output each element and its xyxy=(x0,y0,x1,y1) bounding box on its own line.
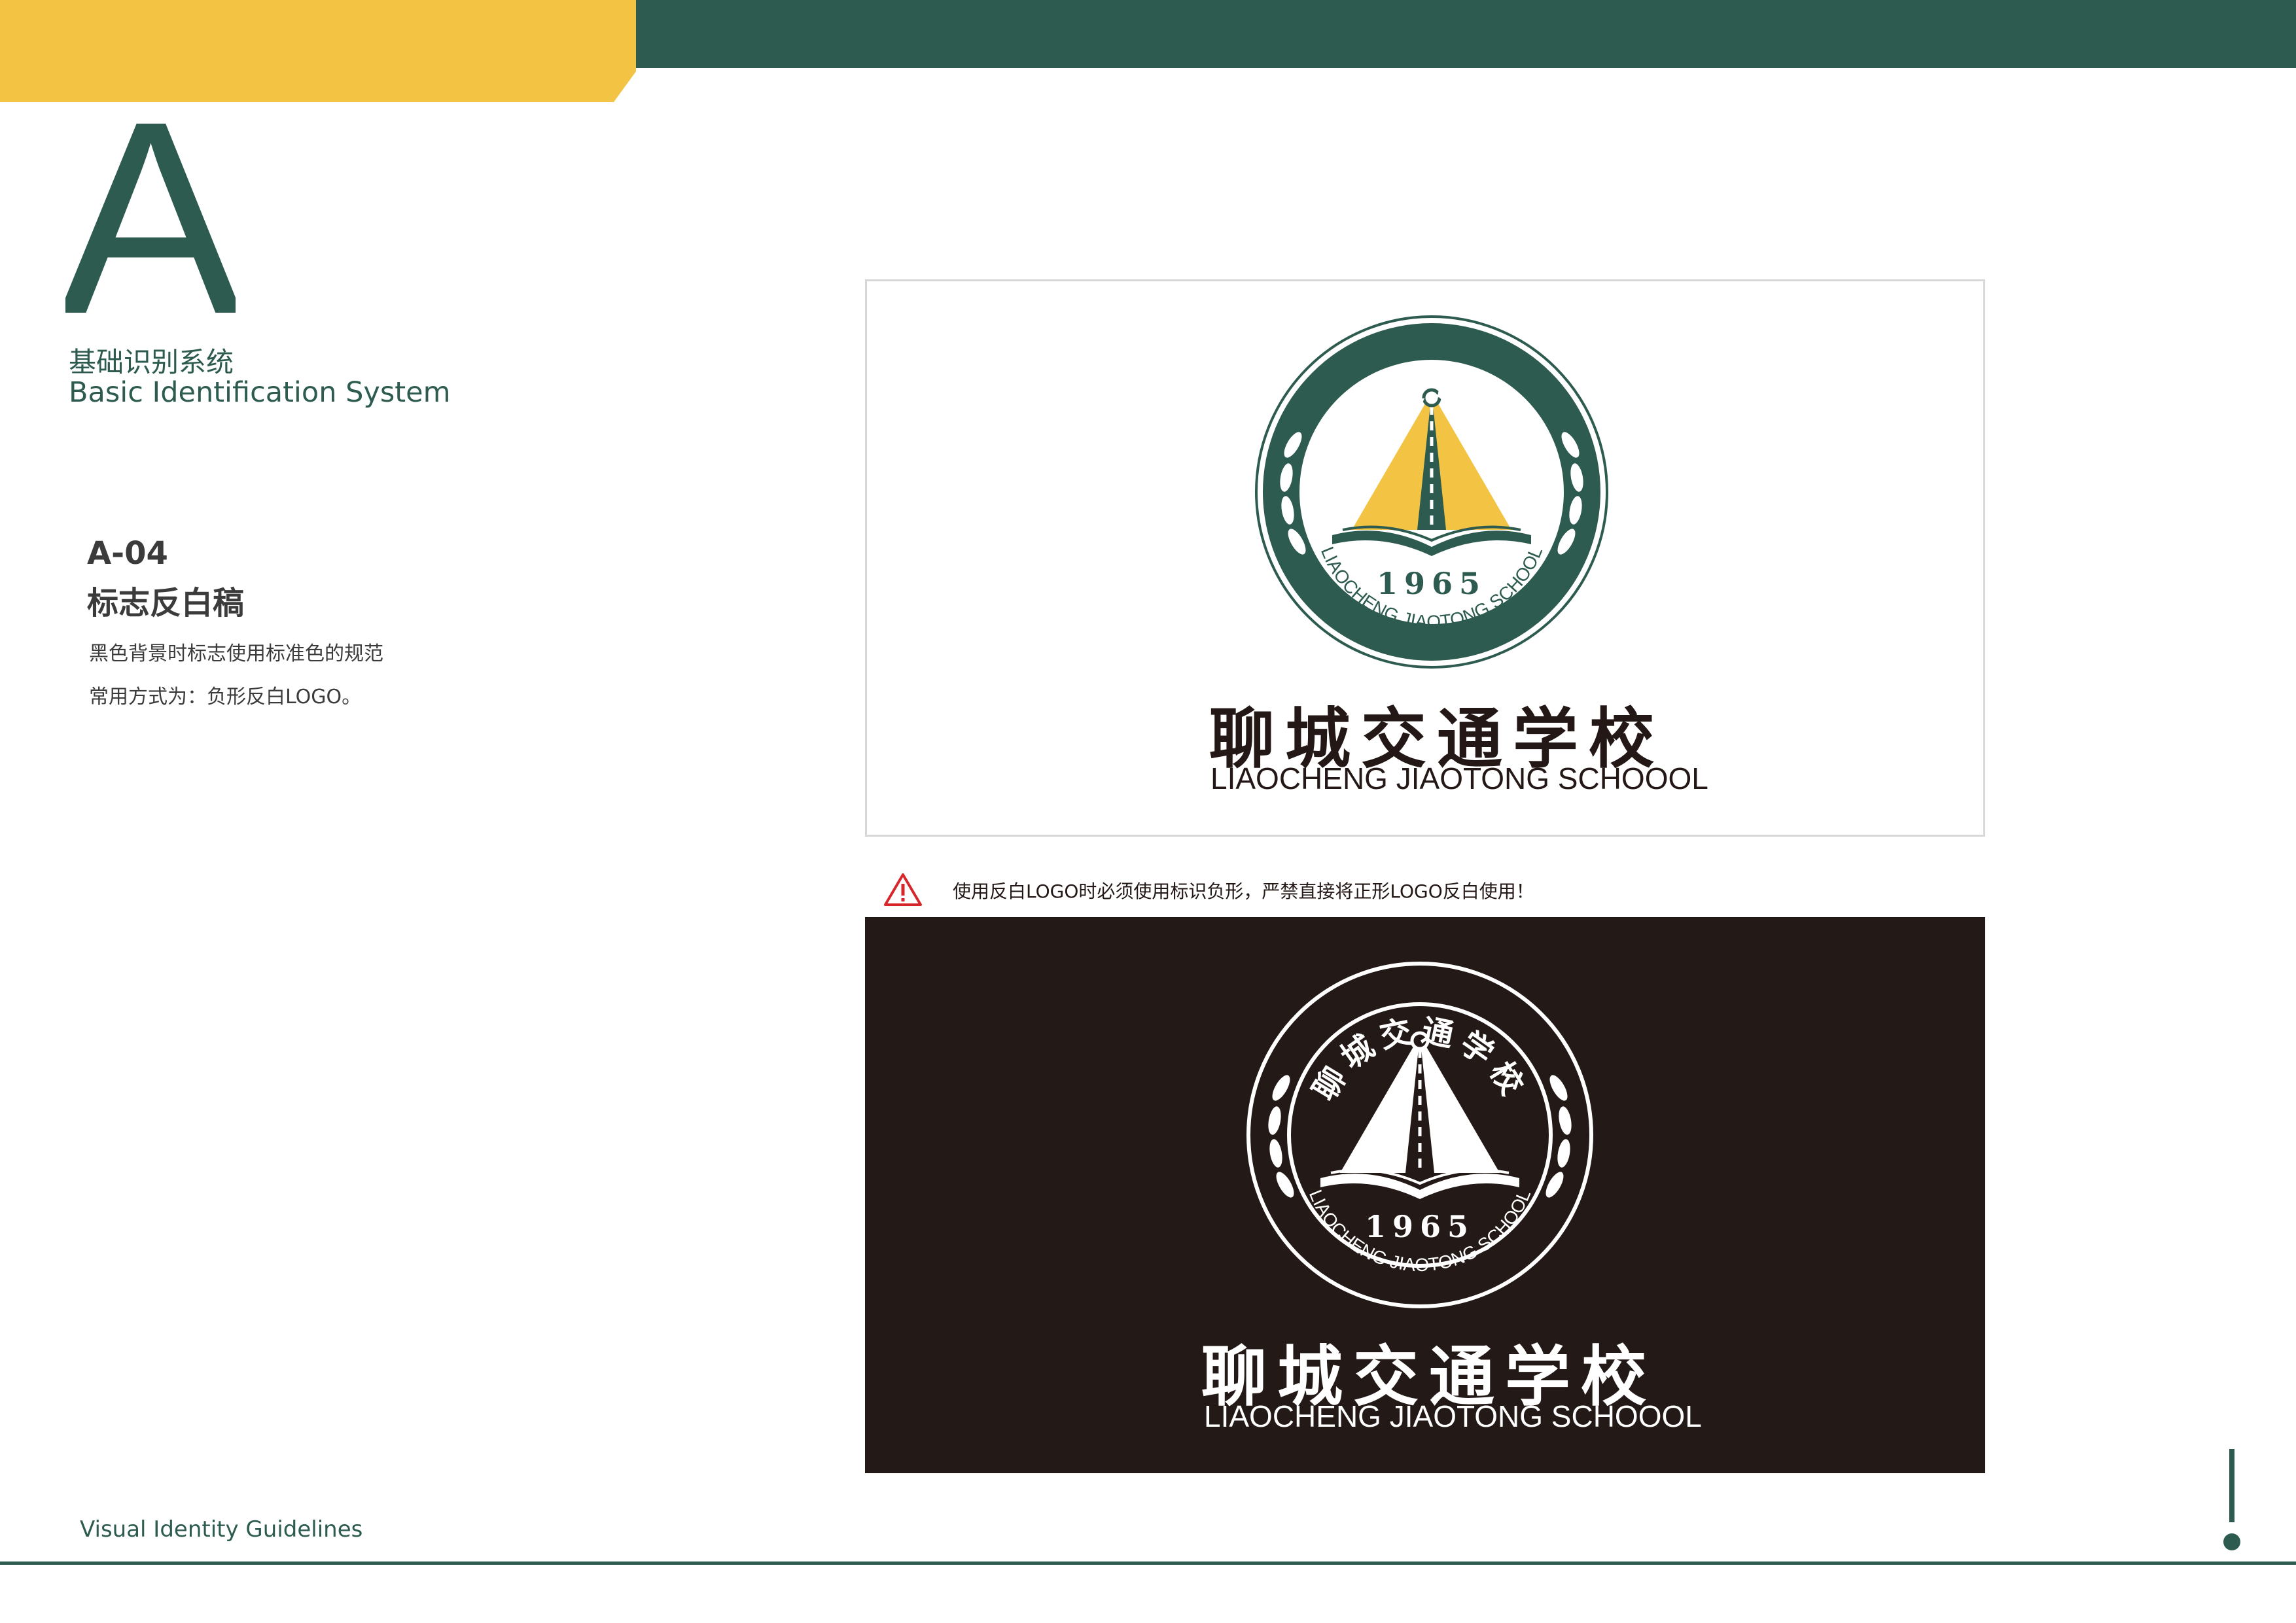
section-title-cn: 基础识别系统 xyxy=(69,346,234,378)
description-line-2: 常用方式为：负形反白LOGO。 xyxy=(89,686,362,708)
open-book-icon xyxy=(1320,1168,1519,1199)
description-line-1: 黑色背景时标志使用标准色的规范 xyxy=(89,642,383,665)
logo-year: 1965 xyxy=(1377,566,1487,601)
laurel-left-icon xyxy=(1268,1075,1294,1198)
warning-text: 使用反白LOGO时必须使用标识负形，严禁直接将正形LOGO反白使用！ xyxy=(953,881,1534,902)
warning-triangle-icon xyxy=(884,873,922,906)
header-green-band xyxy=(636,0,2296,68)
header-yellow-band xyxy=(0,0,636,102)
logo-name-en: LIAOCHENG JIAOTONG SCHOOOL xyxy=(1210,761,1708,795)
logo-year: 1965 xyxy=(1365,1209,1475,1244)
exclamation-mark-icon xyxy=(2223,1449,2240,1550)
footer-divider xyxy=(0,1562,2296,1565)
section-letter-text: A xyxy=(65,105,236,321)
section-letter: A xyxy=(65,105,236,321)
logo-name-en-reversed: LIAOCHENG JIAOTONG SCHOOOL xyxy=(1204,1399,1702,1433)
school-emblem-reversed: 1965 聊城交通学校 LIAOCHENG JIAOTONG SCHOOL xyxy=(1246,962,1593,1308)
footer-title: Visual Identity Guidelines xyxy=(80,1516,363,1543)
school-emblem-color: 1965 聊城交通学校 LIAOCHENG JIAOTONG SCHOOL xyxy=(1255,315,1608,669)
page-title: 标志反白稿 xyxy=(87,585,245,621)
page-code: A-04 xyxy=(87,535,168,572)
laurel-right-icon xyxy=(1545,1075,1572,1198)
section-title-en: Basic Identification System xyxy=(69,376,451,409)
